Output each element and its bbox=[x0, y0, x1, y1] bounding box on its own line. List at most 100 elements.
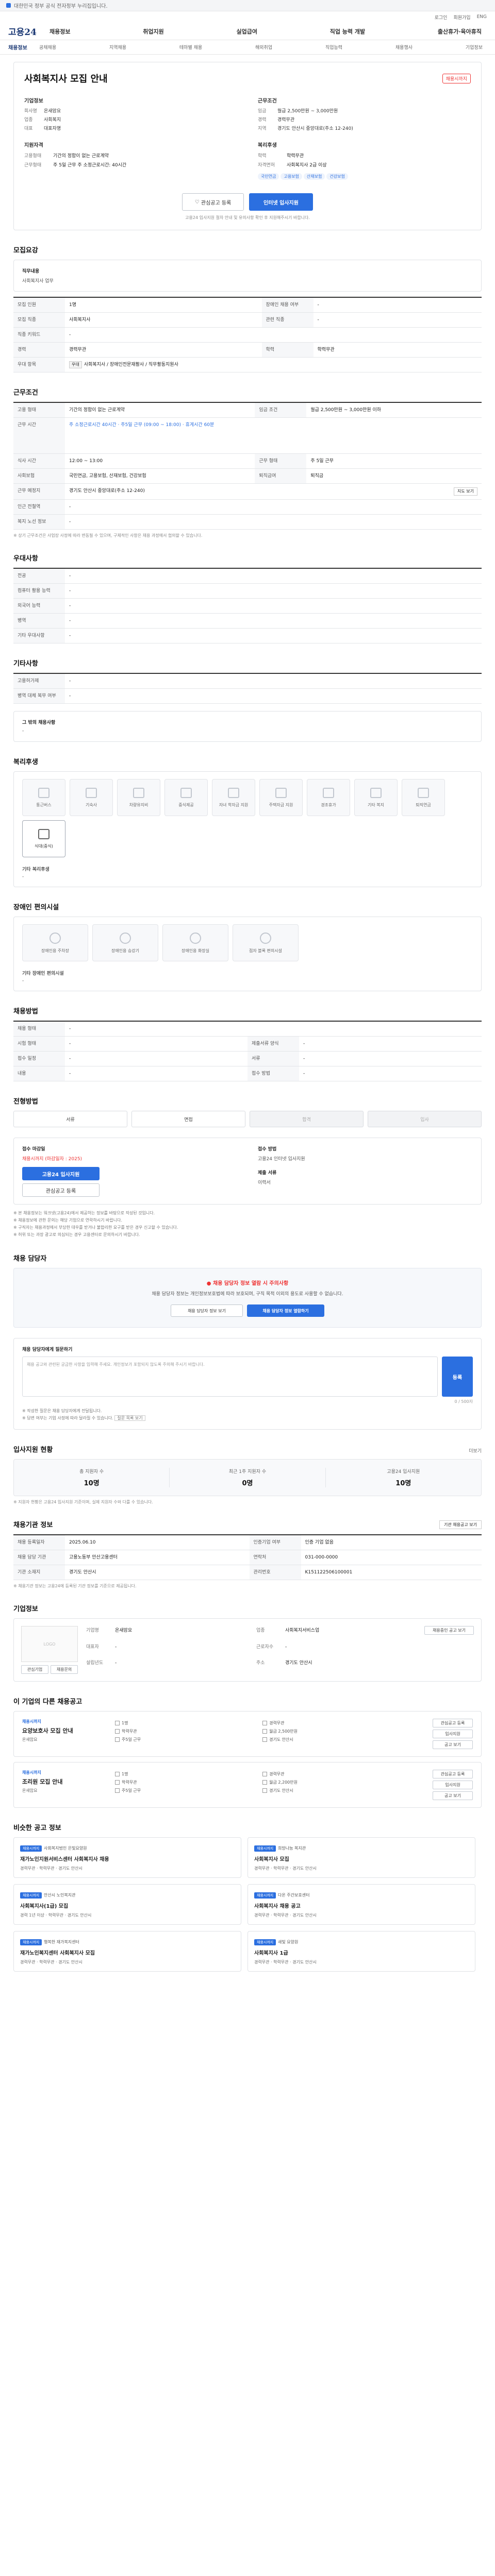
td: - bbox=[299, 1051, 482, 1066]
lang-link[interactable]: ENG bbox=[477, 14, 487, 20]
th: 사회보험 bbox=[13, 468, 65, 484]
inquiry-list-link[interactable]: 질문 목록 보기 bbox=[114, 1415, 145, 1421]
signup-link[interactable]: 회원가입 bbox=[453, 14, 470, 21]
status-more-link[interactable]: 더보기 bbox=[469, 1447, 482, 1454]
th: 임금 조건 bbox=[255, 402, 307, 418]
facility-tile: 장애인용 화장실 bbox=[162, 924, 228, 961]
welfare-tile: 경조휴가 bbox=[307, 779, 350, 816]
contact-open-button[interactable]: 채용 담당자 정보 열람하기 bbox=[247, 1304, 324, 1317]
other-job-card[interactable]: 채용시까지 요양보호사 모집 안내 온새암요 1명 경력무관학력무관 월급 2,500만원… bbox=[13, 1711, 482, 1757]
similar-job-card[interactable]: 채용시까지 희망나눔 복지관 사회복지사 모집 경력무관 · 학력무관 · 경기도 … bbox=[248, 1837, 475, 1878]
table-row: 사회보험 국민연금, 고용보험, 산재보험, 건강보험 퇴직금여 퇴직금 bbox=[13, 468, 482, 484]
fav-corp-button[interactable]: 관심기업 bbox=[21, 1665, 48, 1674]
check-icon bbox=[262, 1721, 268, 1725]
map-button[interactable]: 지도 보기 bbox=[454, 487, 477, 496]
welfare-tile: 식대(중식) bbox=[22, 820, 65, 857]
other-job-card[interactable]: 채용시까지 조리원 모집 안내 온새암요 1명 경력무관학력무관 월급 2,200만원주5… bbox=[13, 1762, 482, 1808]
table-row: 채용 담당 기관 고용노동부 안산고용센터 연락처 031-000-0000 bbox=[13, 1550, 482, 1565]
snb-item[interactable]: 지역채용 bbox=[109, 44, 126, 50]
similar-meta: 경력 1년 이상 · 학력무관 · 경기도 안산시 bbox=[20, 1913, 92, 1918]
similar-job-name[interactable]: 재가노인지원서비스센터 사회복지사 채용 bbox=[20, 1855, 235, 1862]
scrap-button[interactable]: ♡ 관심공고 등록 bbox=[182, 193, 244, 211]
other-scrap-button[interactable]: 관심공고 등록 bbox=[433, 1719, 473, 1727]
job-meta: 1명 bbox=[115, 1771, 262, 1778]
inquiry-textarea[interactable]: 채용 공고와 관련된 궁금한 사항을 입력해 주세요. 개인정보가 포함되지 않… bbox=[22, 1357, 438, 1397]
similar-company: 희망나눔 복지관 bbox=[278, 1846, 306, 1851]
table-row: 전공 - bbox=[13, 568, 482, 584]
th: 채용 담당 기관 bbox=[13, 1550, 65, 1565]
welfare-icon bbox=[86, 787, 97, 798]
td: 경기도 안산시 bbox=[65, 1565, 250, 1580]
snb-item[interactable]: 직업능력 bbox=[325, 44, 342, 50]
td: - bbox=[65, 673, 482, 689]
snb-item[interactable]: 테마별 채용 bbox=[179, 44, 202, 50]
gnb-leave[interactable]: 출산휴가·육아휴직 bbox=[438, 27, 482, 36]
table-row: 인근 전철역 - bbox=[13, 499, 482, 515]
similar-job-name[interactable]: 사회복지사 1급 bbox=[254, 1948, 469, 1956]
similar-job-card[interactable]: 채용시까지 다온 주간보호센터 사회복지사 채용 공고 경력무관 · 학력무관 · … bbox=[248, 1884, 475, 1925]
similar-job-name[interactable]: 재가노인복지센터 사회복지사 모집 bbox=[20, 1948, 235, 1956]
other-job-name[interactable]: 조리원 모집 안내 bbox=[22, 1777, 105, 1786]
similar-job-name[interactable]: 사회복지사(1급) 모집 bbox=[20, 1902, 235, 1909]
snb-item[interactable]: 채용행사 bbox=[395, 44, 412, 50]
kv-key: 업종 bbox=[24, 117, 33, 123]
similar-job-card[interactable]: 채용시까지 사회복지법인 은빛요양원 재가노인지원서비스센터 사회복지사 채용 경력… bbox=[13, 1837, 241, 1878]
contact-view-button[interactable]: 채용 담당자 정보 보기 bbox=[171, 1304, 243, 1317]
flag-icon bbox=[6, 3, 11, 8]
agency-jobs-button[interactable]: 기관 채용공고 보기 bbox=[439, 1520, 482, 1529]
info-title: 채용기관 정보 bbox=[13, 1521, 53, 1529]
login-link[interactable]: 로그인 bbox=[435, 14, 448, 21]
apply-online-button[interactable]: 인터넷 입사지원 bbox=[249, 193, 313, 211]
snb-item[interactable]: 공채채용 bbox=[39, 44, 56, 50]
stat-value: 10명 bbox=[395, 1480, 411, 1487]
job-meta: 주5일 근무 bbox=[115, 1736, 262, 1743]
apply-button[interactable]: 고용24 입사지원 bbox=[22, 1167, 100, 1180]
td: 퇴직금 bbox=[306, 468, 482, 484]
snb-item[interactable]: 기업정보 bbox=[466, 44, 483, 50]
facility-label: 장애인용 승강기 bbox=[111, 948, 140, 953]
th: 시험 형태 bbox=[13, 1036, 65, 1052]
gnb-support[interactable]: 취업지원 bbox=[143, 27, 163, 36]
corp-jobs-button[interactable]: 채용중인 공고 보기 bbox=[424, 1626, 474, 1635]
snb-home[interactable]: 채용정보 bbox=[8, 43, 39, 51]
inquiry-heading: 채용 담당자에게 질문하기 bbox=[22, 1347, 73, 1352]
note-line: ※ 허위 또는 과장 광고로 의심되는 경우 고용센터로 문의하시기 바랍니다. bbox=[13, 1232, 140, 1237]
table-row: 고용허가제 - bbox=[13, 673, 482, 689]
other-scrap-button[interactable]: 관심공고 등록 bbox=[433, 1770, 473, 1778]
check-icon bbox=[115, 1780, 120, 1785]
insurance-pill: 국민연금 bbox=[258, 173, 279, 180]
similar-job-name[interactable]: 사회복지사 채용 공고 bbox=[254, 1902, 469, 1909]
docs-heading: 제출 서류 bbox=[258, 1171, 277, 1176]
note-line: ※ 본 채용정보는 워크넷(고용24)에서 제공하는 정보를 바탕으로 작성된 … bbox=[13, 1211, 155, 1215]
table-row: 시험 형태 - 제출서류 양식 - bbox=[13, 1036, 482, 1052]
similar-job-card[interactable]: 채용시까지 안산시 노인복지관 사회복지사(1급) 모집 경력 1년 이상 · 학력… bbox=[13, 1884, 241, 1925]
apply-notes: ※ 본 채용정보는 워크넷(고용24)에서 제공하는 정보를 바탕으로 작성된 … bbox=[13, 1210, 482, 1239]
similar-job-name[interactable]: 사회복지사 모집 bbox=[254, 1855, 469, 1862]
snb-item[interactable]: 해외취업 bbox=[255, 44, 272, 50]
welfare-tile: 중식제공 bbox=[164, 779, 208, 816]
job-meta-text: 1명 bbox=[122, 1772, 128, 1776]
inquiry-submit-button[interactable]: 등록 bbox=[442, 1357, 473, 1397]
other-view-button[interactable]: 공고 보기 bbox=[433, 1791, 473, 1800]
job-desc-heading: 직무내용 bbox=[22, 269, 40, 274]
other-job-name[interactable]: 요양보호사 모집 안내 bbox=[22, 1726, 105, 1735]
gnb-benefit[interactable]: 실업급여 bbox=[236, 27, 257, 36]
td: - bbox=[65, 1066, 248, 1081]
table-row: 식사 시간 12:00 ~ 13:00 근무 형태 주 5일 근무 bbox=[13, 453, 482, 469]
gnb-training[interactable]: 직업 능력 개발 bbox=[330, 27, 365, 36]
work-table: 고용 형태 기간의 정함이 없는 근로계약 임금 조건 월급 2,500만원 ~ 3,… bbox=[13, 402, 482, 530]
other-apply-button[interactable]: 입사지원 bbox=[433, 1781, 473, 1789]
kv-val: 학력무관 bbox=[287, 154, 304, 159]
job-meta-text: 주5일 근무 bbox=[122, 1737, 141, 1742]
similar-tag: 채용시까지 bbox=[254, 1845, 276, 1852]
gnb-jobs[interactable]: 채용정보 bbox=[50, 27, 70, 36]
similar-job-card[interactable]: 채용시까지 행복한 재가복지센터 재가노인복지센터 사회복지사 모집 경력무관 · … bbox=[13, 1931, 241, 1972]
other-apply-button[interactable]: 입사지원 bbox=[433, 1730, 473, 1738]
site-logo[interactable]: 고용24 bbox=[8, 25, 44, 38]
corp-inquiry-button[interactable]: 채용문의 bbox=[51, 1665, 78, 1674]
td: 1명 bbox=[65, 297, 262, 313]
other-view-button[interactable]: 공고 보기 bbox=[433, 1740, 473, 1749]
info-table: 채용 등록일자 2025.06.10 인증기업 여부 인증 기업 없음 채용 담당 기… bbox=[13, 1534, 482, 1580]
apply-scrap-button[interactable]: 관심공고 등록 bbox=[22, 1183, 100, 1197]
similar-job-card[interactable]: 채용시까지 새빛 요양원 사회복지사 1급 경력무관 · 학력무관 · 경기도 안산… bbox=[248, 1931, 475, 1972]
